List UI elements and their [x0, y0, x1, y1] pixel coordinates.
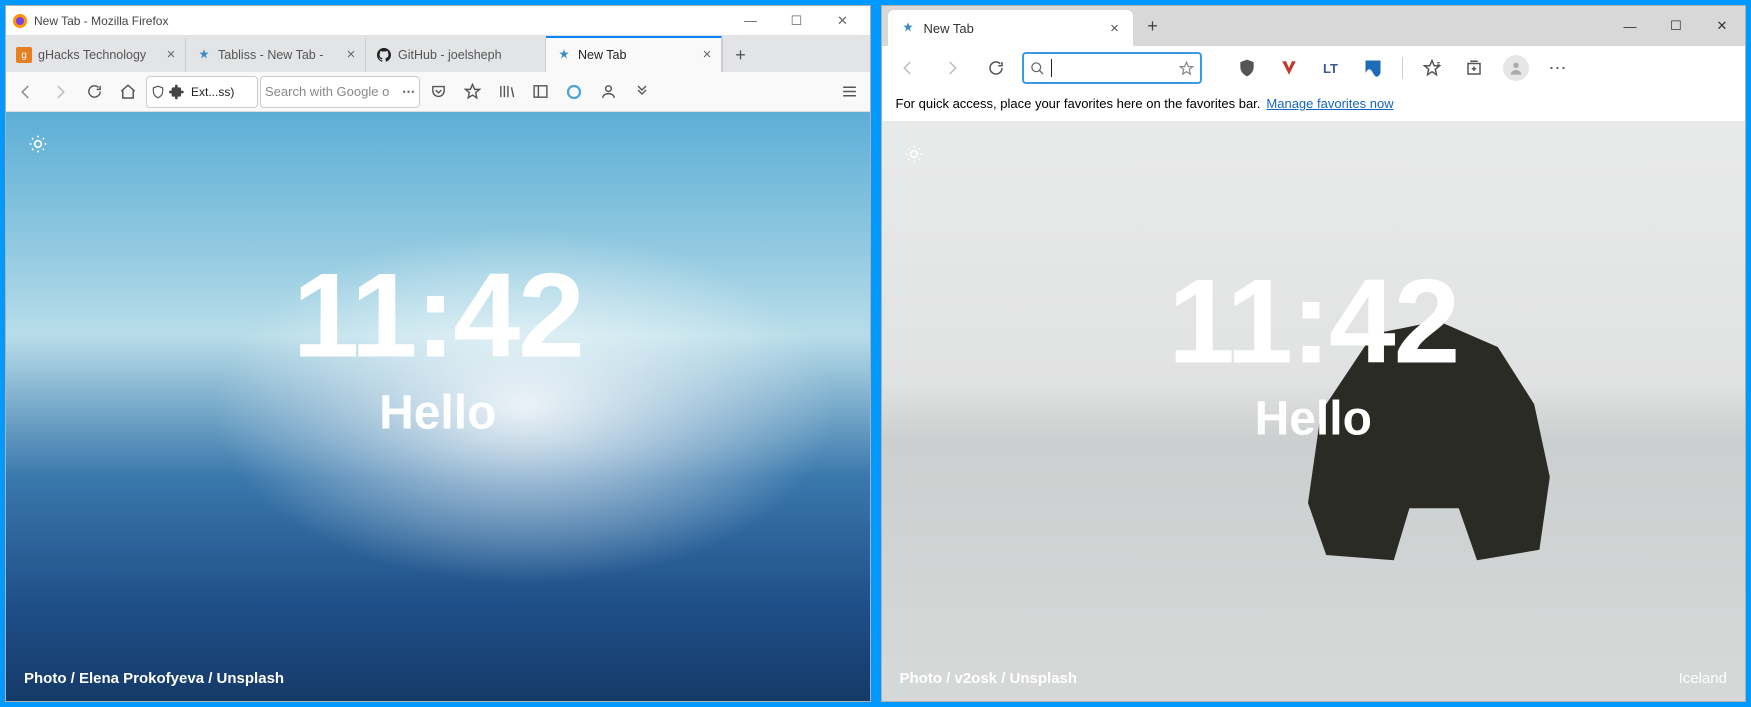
tab-github[interactable]: GitHub - joelsheph — [366, 38, 546, 72]
close-window-button[interactable]: ✕ — [1699, 6, 1745, 46]
photo-credit: Photo / v2osk / Unsplash — [900, 670, 1078, 687]
favorites-bar: For quick access, place your favorites h… — [882, 90, 1746, 122]
favorites-hint: For quick access, place your favorites h… — [896, 96, 1261, 111]
tabliss-center: 11:42 Hello — [1168, 261, 1458, 446]
new-tab-button[interactable]: + — [1133, 6, 1173, 46]
photo-location: Iceland — [1679, 670, 1727, 687]
tab-tabliss[interactable]: Tabliss - New Tab - × — [186, 38, 366, 72]
close-tab-icon[interactable]: × — [699, 47, 715, 63]
photo-credit: Photo / Elena Prokofyeva / Unsplash — [24, 670, 284, 687]
library-button[interactable] — [490, 76, 522, 108]
tab-newtab[interactable]: New Tab × — [546, 36, 722, 72]
account-button[interactable] — [592, 76, 624, 108]
search-placeholder: Search with Google o — [265, 84, 389, 99]
tabliss-settings-button[interactable] — [24, 130, 52, 158]
firefox-tabstrip: g gHacks Technology × Tabliss - New Tab … — [6, 36, 870, 72]
page-actions-icon[interactable]: ⋯ — [402, 84, 415, 100]
forward-button[interactable] — [44, 76, 76, 108]
shield-icon — [151, 85, 165, 99]
greeting-text: Hello — [293, 385, 583, 440]
tabliss-favicon — [196, 47, 212, 63]
close-window-button[interactable]: ✕ — [820, 7, 866, 35]
reload-button[interactable] — [78, 76, 110, 108]
avatar-icon — [1503, 55, 1529, 81]
tabliss-favicon — [900, 20, 916, 36]
hamburger-menu-button[interactable] — [834, 76, 866, 108]
maximize-button[interactable]: ☐ — [774, 7, 820, 35]
extension-lt-icon[interactable]: LT — [1314, 51, 1348, 85]
forward-button[interactable] — [934, 50, 970, 86]
github-favicon — [376, 47, 392, 63]
profile-button[interactable] — [1499, 51, 1533, 85]
pocket-button[interactable] — [422, 76, 454, 108]
search-box[interactable]: Search with Google o ⋯ — [260, 76, 420, 108]
tab-label: gHacks Technology — [38, 48, 157, 62]
tab-ghacks[interactable]: g gHacks Technology × — [6, 38, 186, 72]
firefox-icon — [12, 13, 28, 29]
tab-label: GitHub - joelsheph — [398, 48, 539, 62]
ghacks-favicon: g — [16, 47, 32, 63]
greeting-text: Hello — [1168, 391, 1458, 446]
firefox-window: New Tab - Mozilla Firefox — ☐ ✕ g gHacks… — [5, 5, 871, 702]
new-tab-button[interactable]: + — [722, 38, 758, 72]
favorites-button[interactable] — [1415, 51, 1449, 85]
reload-button[interactable] — [978, 50, 1014, 86]
edge-toolbar: LT ⋯ — [882, 46, 1746, 90]
minimize-button[interactable]: — — [728, 7, 774, 35]
sidebar-button[interactable] — [524, 76, 556, 108]
tab-label: New Tab — [924, 21, 1105, 36]
edge-window: New Tab × + — ☐ ✕ LT — [881, 5, 1747, 702]
close-tab-icon[interactable]: × — [1105, 20, 1125, 37]
favorite-star-icon[interactable] — [1179, 61, 1194, 76]
close-tab-icon[interactable]: × — [163, 47, 179, 63]
address-bar[interactable] — [1022, 52, 1202, 84]
minimize-button[interactable]: — — [1607, 6, 1653, 46]
clock-time: 11:42 — [1168, 261, 1458, 381]
text-cursor — [1051, 59, 1052, 77]
window-title: New Tab - Mozilla Firefox — [34, 14, 728, 28]
edge-content: 11:42 Hello Photo / v2osk / Unsplash Ice… — [882, 122, 1746, 701]
tabliss-center: 11:42 Hello — [293, 255, 583, 440]
menu-button[interactable]: ⋯ — [1541, 51, 1575, 85]
urlbox-text: Ext...ss) — [191, 85, 234, 99]
close-tab-icon[interactable]: × — [343, 47, 359, 63]
clock-time: 11:42 — [293, 255, 583, 375]
overflow-button[interactable] — [626, 76, 658, 108]
edge-tab-newtab[interactable]: New Tab × — [888, 10, 1133, 46]
ublock-icon[interactable] — [1230, 51, 1264, 85]
tab-label: New Tab — [578, 48, 693, 62]
extension-icon — [169, 84, 185, 100]
toolbar-divider — [1402, 57, 1403, 79]
manage-favorites-link[interactable]: Manage favorites now — [1266, 96, 1393, 111]
identity-box[interactable]: Ext...ss) — [146, 76, 258, 108]
bookmark-star-button[interactable] — [456, 76, 488, 108]
extension-wave-icon[interactable] — [1356, 51, 1390, 85]
tabliss-favicon — [556, 47, 572, 63]
tabliss-settings-button[interactable] — [900, 140, 928, 168]
firefox-content: 11:42 Hello Photo / Elena Prokofyeva / U… — [6, 112, 870, 701]
home-button[interactable] — [112, 76, 144, 108]
search-icon — [1030, 61, 1045, 76]
firefox-toolbar: Ext...ss) Search with Google o ⋯ — [6, 72, 870, 112]
swirl-icon[interactable] — [558, 76, 590, 108]
tab-label: Tabliss - New Tab - — [218, 48, 337, 62]
collections-button[interactable] — [1457, 51, 1491, 85]
maximize-button[interactable]: ☐ — [1653, 6, 1699, 46]
extension-v-icon[interactable] — [1272, 51, 1306, 85]
edge-titlebar: New Tab × + — ☐ ✕ — [882, 6, 1746, 46]
back-button[interactable] — [10, 76, 42, 108]
firefox-titlebar: New Tab - Mozilla Firefox — ☐ ✕ — [6, 6, 870, 36]
back-button[interactable] — [890, 50, 926, 86]
